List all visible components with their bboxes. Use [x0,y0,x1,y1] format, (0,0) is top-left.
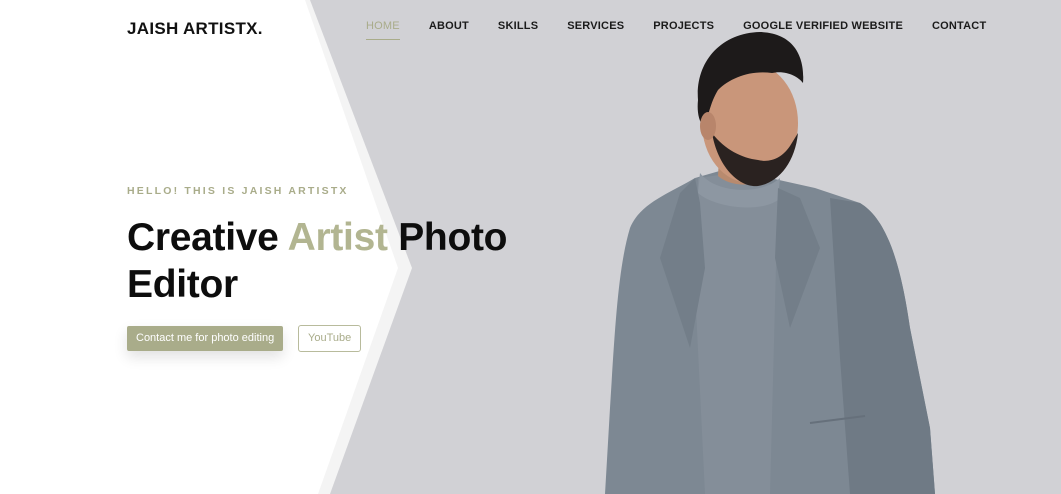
nav-about[interactable]: ABOUT [429,20,469,36]
site-logo[interactable]: JAISH ARTISTX. [127,19,263,39]
hero-title-line2: Editor [127,263,238,306]
hero-title-part2: Photo [387,216,508,259]
nav-skills[interactable]: SKILLS [498,20,538,36]
nav-contact[interactable]: CONTACT [932,20,986,36]
page: JAISH ARTISTX. HOME ABOUT SKILLS SERVICE… [0,0,1061,494]
hero-title: Creative Artist Photo Editor [127,214,597,308]
hero-title-accent: Artist [287,216,388,259]
hero-title-part1: Creative [127,216,288,259]
contact-photo-editing-button[interactable]: Contact me for photo editing [127,326,284,351]
ear [700,112,716,140]
portrait-photo [605,32,935,494]
nav-home[interactable]: HOME [366,20,400,40]
hero-eyebrow: HELLO! THIS IS JAISH ARTISTX [127,185,349,197]
turtleneck [695,173,778,494]
youtube-button[interactable]: YouTube [298,325,362,352]
